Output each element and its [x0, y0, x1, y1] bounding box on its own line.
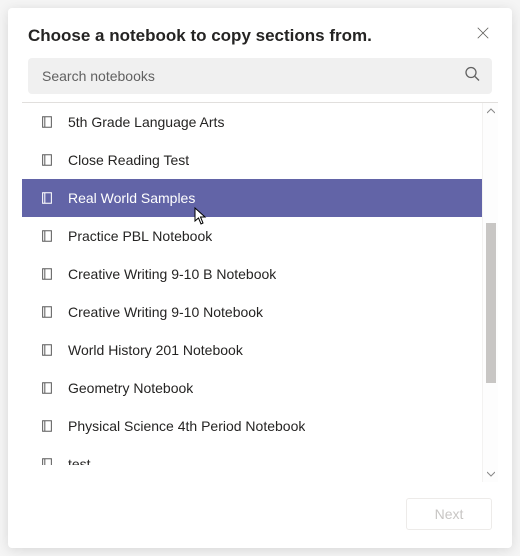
notebook-label: Geometry Notebook — [68, 380, 193, 396]
notebook-label: 5th Grade Language Arts — [68, 114, 224, 130]
notebook-item[interactable]: Practice PBL Notebook — [22, 217, 482, 255]
notebook-icon — [40, 457, 54, 465]
notebook-list: 5th Grade Language Arts Close Reading Te… — [22, 103, 482, 482]
notebook-item[interactable]: Real World Samples — [22, 179, 482, 217]
notebook-label: Creative Writing 9-10 Notebook — [68, 304, 263, 320]
notebook-item[interactable]: Creative Writing 9-10 Notebook — [22, 293, 482, 331]
notebook-icon — [40, 191, 54, 205]
dialog-footer: Next — [22, 482, 498, 534]
notebook-icon — [40, 229, 54, 243]
notebook-item[interactable]: Physical Science 4th Period Notebook — [22, 407, 482, 445]
copy-sections-dialog: Choose a notebook to copy sections from.… — [8, 8, 512, 548]
notebook-label: Creative Writing 9-10 B Notebook — [68, 266, 276, 282]
scrollbar[interactable] — [482, 103, 498, 482]
notebook-icon — [40, 153, 54, 167]
search-wrapper — [28, 58, 492, 94]
next-button[interactable]: Next — [406, 498, 492, 530]
notebook-icon — [40, 419, 54, 433]
notebook-label: Practice PBL Notebook — [68, 228, 212, 244]
notebook-item[interactable]: Close Reading Test — [22, 141, 482, 179]
notebook-label: World History 201 Notebook — [68, 342, 243, 358]
close-button[interactable] — [474, 26, 492, 44]
notebook-item[interactable]: Creative Writing 9-10 B Notebook — [22, 255, 482, 293]
notebook-label: Real World Samples — [68, 190, 195, 206]
notebook-icon — [40, 381, 54, 395]
notebook-icon — [40, 343, 54, 357]
scroll-up-arrow[interactable] — [483, 103, 499, 119]
notebook-item[interactable]: World History 201 Notebook — [22, 331, 482, 369]
notebook-label: Close Reading Test — [68, 152, 189, 168]
notebook-item[interactable]: 5th Grade Language Arts — [22, 103, 482, 141]
scroll-track[interactable] — [483, 119, 498, 466]
dialog-header: Choose a notebook to copy sections from. — [22, 26, 498, 58]
dialog-title: Choose a notebook to copy sections from. — [28, 26, 372, 46]
notebook-icon — [40, 305, 54, 319]
notebook-item[interactable]: Geometry Notebook — [22, 369, 482, 407]
search-input[interactable] — [28, 58, 492, 94]
notebook-icon — [40, 267, 54, 281]
notebook-label: test — [68, 456, 91, 465]
notebook-item[interactable]: test — [22, 445, 482, 465]
notebook-label: Physical Science 4th Period Notebook — [68, 418, 305, 434]
close-icon — [476, 26, 490, 45]
notebook-list-container: 5th Grade Language Arts Close Reading Te… — [22, 102, 498, 482]
notebook-icon — [40, 115, 54, 129]
scroll-thumb[interactable] — [486, 223, 496, 383]
scroll-down-arrow[interactable] — [483, 466, 499, 482]
